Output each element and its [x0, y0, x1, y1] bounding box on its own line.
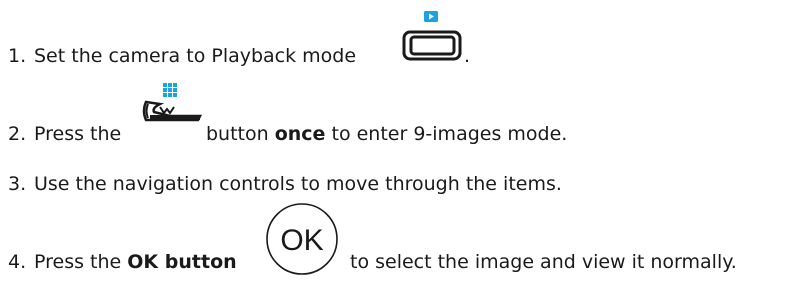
step-number: 3. — [8, 173, 27, 195]
ok-button-icon: OK — [266, 203, 338, 275]
step-text: Use the navigation controls to move thro… — [34, 173, 562, 195]
step-emphasis: OK button — [127, 251, 237, 273]
step-text: button — [206, 123, 269, 145]
step-text: Set the camera to Playback mode — [34, 45, 357, 67]
step-text: Press the — [34, 123, 122, 145]
step-emphasis: once — [274, 123, 326, 145]
thumbnail-button-icon — [142, 83, 203, 122]
step-1: 1. Set the camera to Playback mode — [8, 47, 356, 66]
step-4: 4. Press the OK button — [8, 253, 237, 272]
step-2-suffix: button once to enter 9-images mode. — [206, 125, 567, 144]
step-3: 3. Use the navigation controls to move th… — [8, 175, 562, 194]
step-text: Press the — [34, 251, 122, 273]
step-2: 2. Press the — [8, 125, 121, 144]
step-number: 2. — [8, 123, 27, 145]
step-number: 1. — [8, 45, 27, 67]
step-4-suffix: to select the image and view it normally… — [350, 251, 737, 273]
playback-mode-button-icon — [402, 11, 462, 61]
step-text: to enter 9-images mode. — [331, 123, 568, 145]
step-number: 4. — [8, 251, 27, 273]
ok-button-label: OK — [280, 224, 323, 257]
